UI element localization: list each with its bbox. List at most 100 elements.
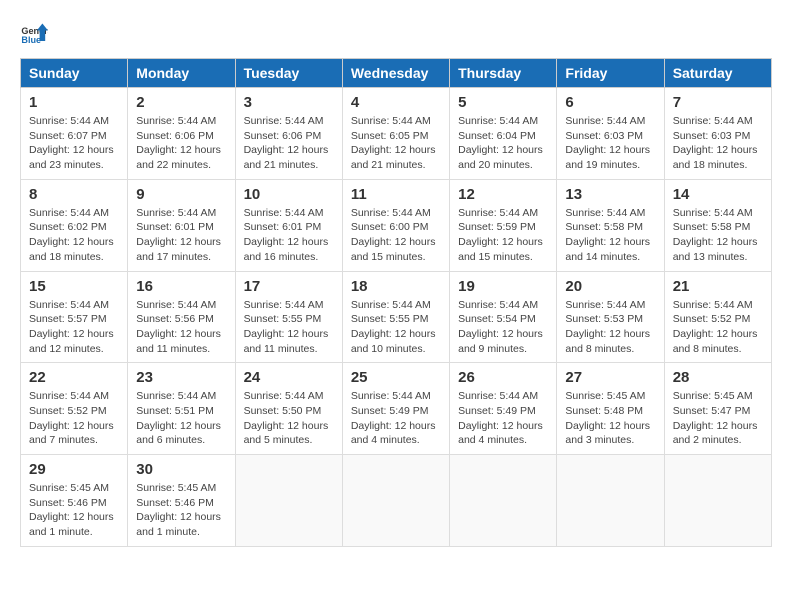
calendar-cell: 1 Sunrise: 5:44 AMSunset: 6:07 PMDaylight…: [21, 88, 128, 180]
calendar-cell: 3 Sunrise: 5:44 AMSunset: 6:06 PMDaylight…: [235, 88, 342, 180]
day-number: 25: [351, 369, 441, 386]
day-number: 28: [673, 369, 763, 386]
day-number: 3: [244, 94, 334, 111]
day-info: Sunrise: 5:44 AMSunset: 5:58 PMDaylight:…: [673, 206, 763, 265]
day-number: 27: [565, 369, 655, 386]
day-number: 18: [351, 278, 441, 295]
day-number: 10: [244, 186, 334, 203]
calendar-cell: 26 Sunrise: 5:44 AMSunset: 5:49 PMDayligh…: [450, 363, 557, 455]
day-number: 8: [29, 186, 119, 203]
calendar-cell: 14 Sunrise: 5:44 AMSunset: 5:58 PMDayligh…: [664, 179, 771, 271]
column-header-thursday: Thursday: [450, 59, 557, 88]
calendar-cell: 19 Sunrise: 5:44 AMSunset: 5:54 PMDayligh…: [450, 271, 557, 363]
calendar-cell: 6 Sunrise: 5:44 AMSunset: 6:03 PMDaylight…: [557, 88, 664, 180]
day-info: Sunrise: 5:44 AMSunset: 6:04 PMDaylight:…: [458, 114, 548, 173]
day-info: Sunrise: 5:44 AMSunset: 6:06 PMDaylight:…: [244, 114, 334, 173]
day-info: Sunrise: 5:44 AMSunset: 6:01 PMDaylight:…: [244, 206, 334, 265]
calendar-cell: 10 Sunrise: 5:44 AMSunset: 6:01 PMDayligh…: [235, 179, 342, 271]
day-info: Sunrise: 5:44 AMSunset: 6:00 PMDaylight:…: [351, 206, 441, 265]
calendar-cell: 11 Sunrise: 5:44 AMSunset: 6:00 PMDayligh…: [342, 179, 449, 271]
day-info: Sunrise: 5:44 AMSunset: 6:03 PMDaylight:…: [565, 114, 655, 173]
day-number: 9: [136, 186, 226, 203]
calendar-cell: [342, 455, 449, 547]
column-header-monday: Monday: [128, 59, 235, 88]
calendar-cell: 30 Sunrise: 5:45 AMSunset: 5:46 PMDayligh…: [128, 455, 235, 547]
calendar-cell: 7 Sunrise: 5:44 AMSunset: 6:03 PMDaylight…: [664, 88, 771, 180]
day-number: 24: [244, 369, 334, 386]
logo-icon: General Blue: [20, 20, 48, 48]
calendar-cell: 25Sunrise: 5:44 AMSunset: 5:49 PMDayligh…: [342, 363, 449, 455]
calendar-cell: 16Sunrise: 5:44 AMSunset: 5:56 PMDayligh…: [128, 271, 235, 363]
day-number: 6: [565, 94, 655, 111]
day-number: 26: [458, 369, 548, 386]
day-number: 23: [136, 369, 226, 386]
calendar-cell: 29 Sunrise: 5:45 AMSunset: 5:46 PMDayligh…: [21, 455, 128, 547]
calendar-cell: 21 Sunrise: 5:44 AMSunset: 5:52 PMDayligh…: [664, 271, 771, 363]
day-info: Sunrise: 5:45 AMSunset: 5:47 PMDaylight:…: [673, 389, 763, 448]
day-info: Sunrise: 5:44 AMSunset: 5:55 PMDaylight:…: [351, 298, 441, 357]
day-info: Sunrise: 5:44 AMSunset: 5:55 PMDaylight:…: [244, 298, 334, 357]
column-header-wednesday: Wednesday: [342, 59, 449, 88]
day-info: Sunrise: 5:44 AMSunset: 5:54 PMDaylight:…: [458, 298, 548, 357]
calendar-cell: 22 Sunrise: 5:44 AMSunset: 5:52 PMDayligh…: [21, 363, 128, 455]
svg-text:Blue: Blue: [21, 35, 41, 45]
calendar-cell: 4 Sunrise: 5:44 AMSunset: 6:05 PMDaylight…: [342, 88, 449, 180]
day-info: Sunrise: 5:44 AMSunset: 5:59 PMDaylight:…: [458, 206, 548, 265]
day-info: Sunrise: 5:44 AMSunset: 5:50 PMDaylight:…: [244, 389, 334, 448]
calendar-cell: 28 Sunrise: 5:45 AMSunset: 5:47 PMDayligh…: [664, 363, 771, 455]
day-info: Sunrise: 5:45 AMSunset: 5:46 PMDaylight:…: [136, 481, 226, 540]
calendar-cell: 8 Sunrise: 5:44 AMSunset: 6:02 PMDaylight…: [21, 179, 128, 271]
day-number: 4: [351, 94, 441, 111]
calendar: SundayMondayTuesdayWednesdayThursdayFrid…: [20, 58, 772, 547]
day-number: 12: [458, 186, 548, 203]
day-number: 30: [136, 461, 226, 478]
day-number: 21: [673, 278, 763, 295]
calendar-cell: 2 Sunrise: 5:44 AMSunset: 6:06 PMDaylight…: [128, 88, 235, 180]
logo: General Blue: [20, 20, 48, 48]
day-number: 19: [458, 278, 548, 295]
day-info: Sunrise: 5:44 AMSunset: 6:05 PMDaylight:…: [351, 114, 441, 173]
calendar-cell: 18 Sunrise: 5:44 AMSunset: 5:55 PMDayligh…: [342, 271, 449, 363]
column-header-tuesday: Tuesday: [235, 59, 342, 88]
calendar-cell: 15Sunrise: 5:44 AMSunset: 5:57 PMDayligh…: [21, 271, 128, 363]
calendar-cell: [235, 455, 342, 547]
day-info: Sunrise: 5:44 AMSunset: 5:51 PMDaylight:…: [136, 389, 226, 448]
day-info: Sunrise: 5:44 AMSunset: 5:52 PMDaylight:…: [673, 298, 763, 357]
day-info: Sunrise: 5:45 AMSunset: 5:48 PMDaylight:…: [565, 389, 655, 448]
calendar-cell: 24 Sunrise: 5:44 AMSunset: 5:50 PMDayligh…: [235, 363, 342, 455]
day-number: 1: [29, 94, 119, 111]
calendar-cell: [557, 455, 664, 547]
calendar-cell: 27 Sunrise: 5:45 AMSunset: 5:48 PMDayligh…: [557, 363, 664, 455]
day-info: Sunrise: 5:44 AMSunset: 5:49 PMDaylight:…: [458, 389, 548, 448]
day-info: Sunrise: 5:44 AMSunset: 6:07 PMDaylight:…: [29, 114, 119, 173]
day-number: 22: [29, 369, 119, 386]
day-number: 20: [565, 278, 655, 295]
day-info: Sunrise: 5:44 AMSunset: 6:02 PMDaylight:…: [29, 206, 119, 265]
day-number: 16: [136, 278, 226, 295]
day-number: 5: [458, 94, 548, 111]
column-header-friday: Friday: [557, 59, 664, 88]
day-info: Sunrise: 5:45 AMSunset: 5:46 PMDaylight:…: [29, 481, 119, 540]
day-info: Sunrise: 5:44 AMSunset: 6:06 PMDaylight:…: [136, 114, 226, 173]
day-number: 14: [673, 186, 763, 203]
day-info: Sunrise: 5:44 AMSunset: 5:57 PMDaylight:…: [29, 298, 119, 357]
calendar-cell: 20Sunrise: 5:44 AMSunset: 5:53 PMDayligh…: [557, 271, 664, 363]
day-number: 13: [565, 186, 655, 203]
day-info: Sunrise: 5:44 AMSunset: 6:03 PMDaylight:…: [673, 114, 763, 173]
calendar-cell: 5 Sunrise: 5:44 AMSunset: 6:04 PMDaylight…: [450, 88, 557, 180]
day-number: 2: [136, 94, 226, 111]
day-number: 11: [351, 186, 441, 203]
column-header-sunday: Sunday: [21, 59, 128, 88]
day-number: 29: [29, 461, 119, 478]
calendar-cell: 23 Sunrise: 5:44 AMSunset: 5:51 PMDayligh…: [128, 363, 235, 455]
day-info: Sunrise: 5:44 AMSunset: 5:52 PMDaylight:…: [29, 389, 119, 448]
calendar-cell: 9 Sunrise: 5:44 AMSunset: 6:01 PMDaylight…: [128, 179, 235, 271]
day-number: 7: [673, 94, 763, 111]
calendar-cell: [664, 455, 771, 547]
calendar-cell: 13Sunrise: 5:44 AMSunset: 5:58 PMDayligh…: [557, 179, 664, 271]
column-header-saturday: Saturday: [664, 59, 771, 88]
calendar-cell: 17 Sunrise: 5:44 AMSunset: 5:55 PMDayligh…: [235, 271, 342, 363]
calendar-cell: [450, 455, 557, 547]
day-number: 17: [244, 278, 334, 295]
day-info: Sunrise: 5:44 AMSunset: 6:01 PMDaylight:…: [136, 206, 226, 265]
